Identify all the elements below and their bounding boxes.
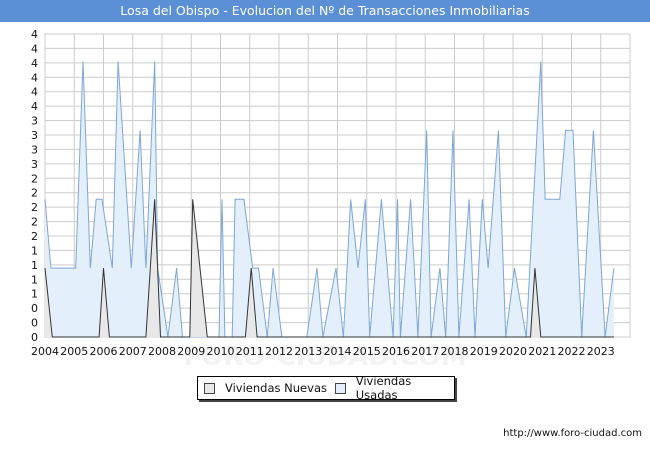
x-tick-label: 2020 <box>499 345 527 358</box>
y-tick-label: 1 <box>31 273 38 286</box>
x-tick-label: 2011 <box>236 345 264 358</box>
y-tick-label: 4 <box>31 86 38 99</box>
legend-item-usadas: Viviendas Usadas <box>335 374 454 402</box>
y-tick-label: 2 <box>31 172 38 185</box>
x-tick-label: 2014 <box>324 345 352 358</box>
y-tick-label: 4 <box>31 57 38 70</box>
x-tick-label: 2006 <box>90 345 118 358</box>
y-tick-label: 0 <box>31 317 38 330</box>
x-tick-label: 2013 <box>294 345 322 358</box>
y-tick-label: 0 <box>31 302 38 315</box>
x-tick-label: 2019 <box>470 345 498 358</box>
y-tick-label: 3 <box>31 143 38 156</box>
legend-item-nuevas: Viviendas Nuevas <box>204 381 327 395</box>
x-tick-label: 2005 <box>60 345 88 358</box>
x-tick-label: 2021 <box>528 345 556 358</box>
x-tick-label: 2010 <box>207 345 235 358</box>
y-tick-label: 2 <box>31 230 38 243</box>
x-tick-label: 2015 <box>353 345 381 358</box>
y-tick-label: 4 <box>31 100 38 113</box>
y-tick-label: 3 <box>31 158 38 171</box>
y-tick-label: 4 <box>31 42 38 55</box>
legend-label-nuevas: Viviendas Nuevas <box>225 381 327 395</box>
x-tick-label: 2022 <box>558 345 586 358</box>
x-tick-label: 2008 <box>148 345 176 358</box>
credit-link[interactable]: http://www.foro-ciudad.com <box>503 428 642 439</box>
y-tick-label: 1 <box>31 259 38 272</box>
x-tick-label: 2016 <box>382 345 410 358</box>
legend-swatch-usadas <box>335 382 346 394</box>
x-tick-label: 2017 <box>411 345 439 358</box>
x-tick-label: 2004 <box>31 345 59 358</box>
y-tick-label: 2 <box>31 187 38 200</box>
legend: Viviendas Nuevas Viviendas Usadas <box>197 374 455 402</box>
x-tick-label: 2018 <box>441 345 469 358</box>
y-tick-label: 0 <box>31 331 38 344</box>
y-tick-label: 1 <box>31 288 38 301</box>
x-tick-label: 2009 <box>177 345 205 358</box>
chart-title: Losa del Obispo - Evolucion del Nº de Tr… <box>120 3 530 18</box>
x-axis-labels: 2004 2005 2006 2007 2008 2009 2010 2011 2012 2013… <box>31 345 615 358</box>
legend-label-usadas: Viviendas Usadas <box>355 374 412 402</box>
y-tick-label: 3 <box>31 115 38 128</box>
y-tick-label: 2 <box>31 201 38 214</box>
x-tick-label: 2007 <box>119 345 147 358</box>
x-tick-label: 2023 <box>587 345 615 358</box>
y-tick-label: 1 <box>31 244 38 257</box>
legend-swatch-nuevas <box>204 382 215 394</box>
y-tick-label: 3 <box>31 129 38 142</box>
y-tick-label: 2 <box>31 216 38 229</box>
x-tick-label: 2012 <box>265 345 293 358</box>
y-tick-label: 4 <box>31 28 38 41</box>
y-axis-labels: 0001111222223333444444 <box>31 28 38 344</box>
y-tick-label: 4 <box>31 71 38 84</box>
